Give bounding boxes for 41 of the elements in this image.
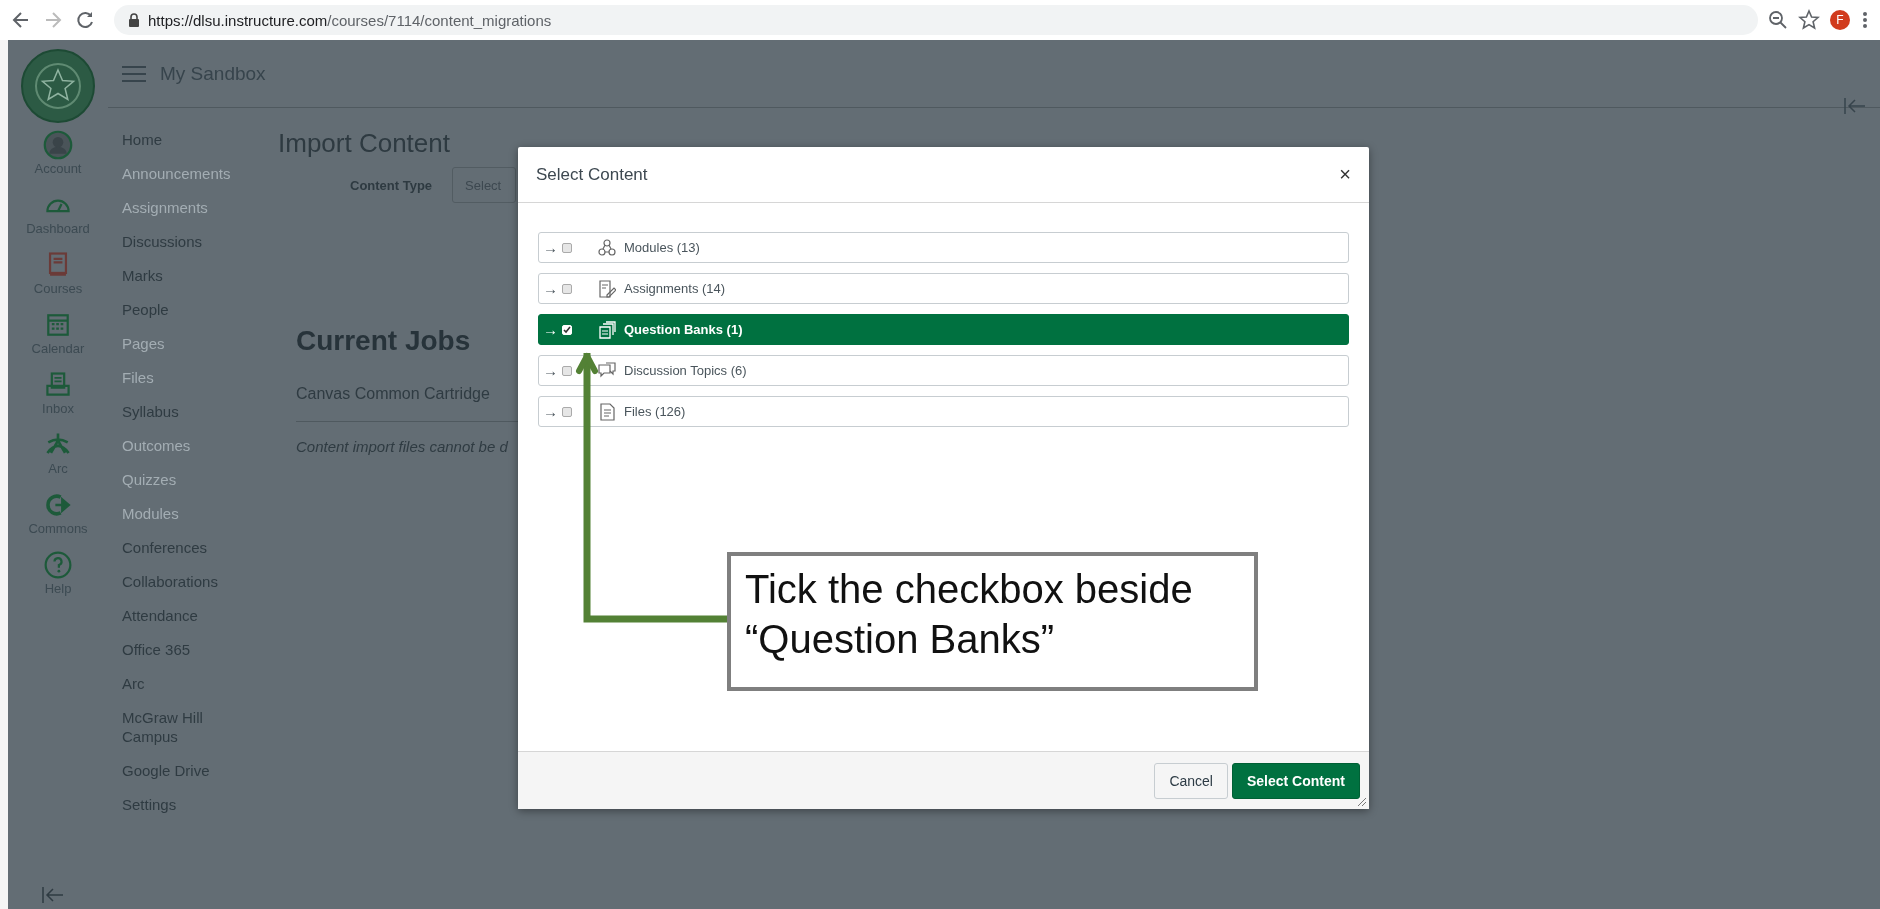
lock-icon: [128, 13, 140, 27]
expand-arrow[interactable]: →: [543, 321, 562, 338]
checkbox[interactable]: [562, 365, 572, 376]
collapse-icon[interactable]: [1844, 98, 1866, 114]
option-label: Question Banks (1): [624, 322, 743, 337]
document-icon: [598, 402, 616, 421]
option-label: Files (126): [624, 404, 686, 419]
expand-arrow[interactable]: →: [543, 239, 562, 256]
checkbox[interactable]: [562, 283, 572, 294]
content-option-row[interactable]: → Question Banks (1): [538, 314, 1349, 345]
zoom-icon[interactable]: [1768, 10, 1788, 30]
collapse-icon[interactable]: [42, 887, 64, 903]
instruction-callout: Tick the checkbox beside “Question Banks”: [727, 552, 1258, 691]
profile-avatar[interactable]: F: [1830, 10, 1850, 30]
reload-icon[interactable]: [74, 9, 96, 31]
option-label: Modules (13): [624, 240, 700, 255]
content-option-row[interactable]: → Modules (13): [538, 232, 1349, 263]
account-icon: [41, 130, 75, 160]
content-option-row[interactable]: → Files (126): [538, 396, 1349, 427]
stacked-pages-icon: [598, 320, 616, 339]
cancel-button[interactable]: Cancel: [1154, 762, 1228, 799]
expand-arrow[interactable]: →: [543, 280, 562, 297]
checkbox[interactable]: [562, 242, 572, 253]
resize-grip-icon[interactable]: [1357, 797, 1367, 807]
menu-icon[interactable]: [1860, 10, 1870, 30]
option-label: Discussion Topics (6): [624, 363, 747, 378]
content-option-row[interactable]: → Discussion Topics (6): [538, 355, 1349, 386]
option-label: Assignments (14): [624, 281, 726, 296]
expand-arrow[interactable]: →: [543, 362, 562, 379]
address-bar[interactable]: https://dlsu.instructure.com/courses/7114/content_migrations: [114, 5, 1758, 35]
close-button[interactable]: ×: [1337, 163, 1353, 186]
star-icon[interactable]: [1798, 9, 1820, 31]
document-pencil-icon: [598, 279, 616, 298]
confirm-button[interactable]: Select Content: [1232, 762, 1360, 799]
url-text: https://dlsu.instructure.com/courses/7114/content_migrations: [148, 11, 552, 29]
dialog-title: Select Content: [536, 164, 648, 185]
speech-bubbles-icon: [598, 361, 616, 380]
section-heading: Current Jobs: [296, 325, 471, 357]
modules-icon: [598, 238, 616, 257]
checkbox[interactable]: [562, 406, 572, 417]
content-option-row[interactable]: → Assignments (14): [538, 273, 1349, 304]
